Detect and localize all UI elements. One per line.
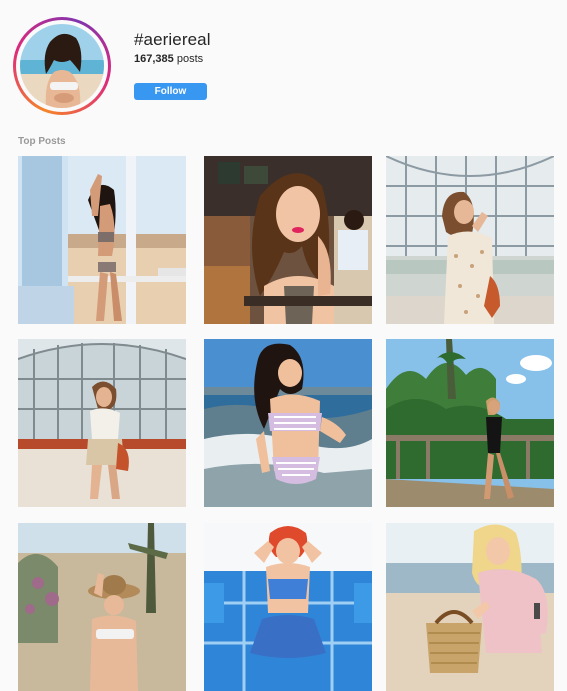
photo-desert-hat	[18, 523, 186, 691]
post-tile-beach-lifeguard-tower[interactable]	[18, 156, 186, 324]
post-tile-ocean-swimsuit[interactable]	[204, 339, 372, 507]
photo-deck-swimsuit	[386, 339, 554, 507]
post-tile-yoga-pool[interactable]	[204, 523, 372, 691]
top-posts-label: Top Posts	[18, 136, 66, 147]
photo-greenhouse-outfit	[18, 339, 186, 507]
post-tile-desert-hat[interactable]	[18, 523, 186, 691]
hashtag-header: #aeriereal 167,385 posts Follow	[0, 0, 567, 125]
hashtag-title: #aeriereal	[134, 30, 211, 49]
post-count-label: posts	[176, 53, 204, 65]
photo-ocean-swimsuit	[204, 339, 372, 507]
photo-beach-basket	[386, 523, 554, 691]
post-count: 167,385 posts	[134, 53, 203, 65]
post-tile-greenhouse-outfit[interactable]	[18, 339, 186, 507]
post-count-number: 167,385	[134, 53, 174, 65]
post-tile-beach-basket[interactable]	[386, 523, 554, 691]
follow-button[interactable]: Follow	[134, 83, 207, 100]
post-tile-greenhouse-dress[interactable]	[386, 156, 554, 324]
photo-cafe-woman	[204, 156, 372, 324]
hashtag-avatar[interactable]	[13, 17, 111, 115]
post-tile-cafe-woman[interactable]	[204, 156, 372, 324]
photo-yoga-pool	[204, 523, 372, 691]
post-tile-deck-swimsuit[interactable]	[386, 339, 554, 507]
photo-beach-lifeguard-tower	[18, 156, 186, 324]
photo-greenhouse-dress	[386, 156, 554, 324]
avatar-image	[20, 24, 104, 108]
